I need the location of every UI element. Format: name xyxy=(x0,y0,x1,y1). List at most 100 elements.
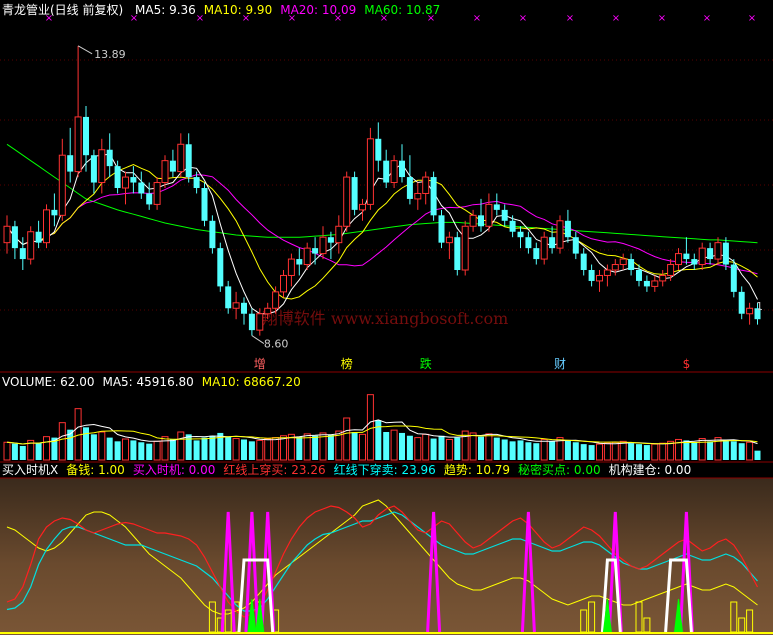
volume-bar xyxy=(746,441,754,461)
legend-item: MA5: 9.36 xyxy=(135,3,196,17)
candle-up xyxy=(122,176,129,189)
volume-bar xyxy=(390,429,398,461)
candle-down xyxy=(248,313,255,331)
volume-bar xyxy=(683,440,690,460)
volume-bar xyxy=(422,433,430,461)
candle-down xyxy=(11,226,18,249)
candle-down xyxy=(572,237,579,254)
candle-up xyxy=(319,236,327,255)
x-marker: × xyxy=(473,13,481,24)
volume-bar xyxy=(611,441,619,461)
candle-up xyxy=(659,274,667,282)
candle-down xyxy=(525,237,532,249)
volume-bar xyxy=(659,442,667,461)
event-marker: 榜 xyxy=(341,356,353,371)
volume-bar xyxy=(414,437,422,461)
candle-up xyxy=(335,225,343,244)
volume-bar xyxy=(169,439,176,460)
signal-panel-bg xyxy=(0,478,773,635)
volume-bar xyxy=(209,435,216,460)
candle-down xyxy=(312,248,319,254)
volume-bar xyxy=(130,440,137,460)
candle-up xyxy=(161,160,169,184)
candle-up xyxy=(287,258,295,276)
candle-down xyxy=(106,149,113,167)
candle-down xyxy=(454,237,461,270)
main-legend: 青龙管业(日线 前复权) MA5: 9.36 MA10: 9.90 MA20: 10… xyxy=(2,2,440,17)
volume-bar xyxy=(146,443,153,460)
volume-bar xyxy=(730,441,737,460)
stock-title: 青龙管业(日线 前复权) xyxy=(2,2,123,17)
candle-down xyxy=(90,155,97,183)
volume-bar xyxy=(366,394,374,461)
legend-item: 红线上穿买: 23.26 xyxy=(223,462,325,477)
volume-bar xyxy=(312,435,319,460)
volume-bar xyxy=(153,440,161,461)
volume-bar xyxy=(343,417,351,461)
candle-down xyxy=(138,182,145,194)
legend-item: 机构建仓: 0.00 xyxy=(609,462,692,477)
candle-down xyxy=(327,237,334,243)
candle-up xyxy=(43,209,50,244)
volume-bar xyxy=(603,442,611,461)
candle-up xyxy=(611,264,619,271)
candle-down xyxy=(35,231,42,243)
volume-bar xyxy=(241,439,247,460)
candle-down xyxy=(509,220,516,232)
candle-down xyxy=(169,160,176,172)
candle-up xyxy=(422,176,430,194)
candle-up xyxy=(675,253,682,266)
candle-up xyxy=(651,280,659,287)
volume-bar xyxy=(201,437,208,460)
volume-bar xyxy=(517,440,524,460)
candle-up xyxy=(619,258,627,266)
candle-up xyxy=(74,116,82,173)
candle-up xyxy=(603,269,611,276)
volume-bar xyxy=(438,435,445,460)
candle-down xyxy=(430,177,437,216)
volume-bar xyxy=(754,450,761,460)
volume-bar xyxy=(106,437,113,460)
legend-item: 红线下穿卖: 23.96 xyxy=(334,462,436,477)
volume-bar xyxy=(430,438,437,460)
candle-up xyxy=(485,203,493,227)
candle-down xyxy=(406,177,413,199)
volume-bar xyxy=(636,444,642,460)
candle-down xyxy=(501,209,508,221)
legend-item: MA10: 9.90 xyxy=(204,3,272,17)
volume-bar xyxy=(122,438,129,461)
volume-bar xyxy=(193,440,200,460)
candle-down xyxy=(83,116,89,156)
volume-bar xyxy=(19,446,26,460)
volume-bar xyxy=(707,441,714,460)
volume-bar xyxy=(406,435,413,460)
candle-up xyxy=(280,274,287,293)
legend-item: MA20: 10.09 xyxy=(280,3,356,17)
volume-bar xyxy=(643,445,650,460)
candle-down xyxy=(296,259,303,265)
volume-bar xyxy=(272,437,280,461)
candle-up xyxy=(461,225,469,271)
candle-up xyxy=(366,138,374,205)
candle-up xyxy=(714,242,722,260)
volume-bar xyxy=(738,443,745,460)
legend-item: 备钱: 1.00 xyxy=(66,462,125,477)
signal-legend: 买入时机X 备钱: 1.00 买入时机: 0.00 红线上穿买: 23.26 红线下穿卖… xyxy=(2,462,691,477)
candle-up xyxy=(556,220,564,249)
candle-down xyxy=(493,204,500,210)
candle-up xyxy=(58,154,66,216)
volume-bar xyxy=(83,427,89,460)
candle-down xyxy=(722,242,729,265)
volume-bar xyxy=(478,436,484,460)
candle-up xyxy=(343,176,351,227)
low-label: 8.60 xyxy=(264,338,289,351)
candle-down xyxy=(209,220,216,249)
candle-down xyxy=(588,270,595,281)
candle-up xyxy=(153,182,161,205)
candle-down xyxy=(691,259,698,265)
candle-down xyxy=(351,177,358,210)
legend-item: VOLUME: 62.00 xyxy=(2,375,94,389)
candle-up xyxy=(390,160,398,184)
candle-down xyxy=(707,248,714,260)
candle-down xyxy=(549,237,556,249)
